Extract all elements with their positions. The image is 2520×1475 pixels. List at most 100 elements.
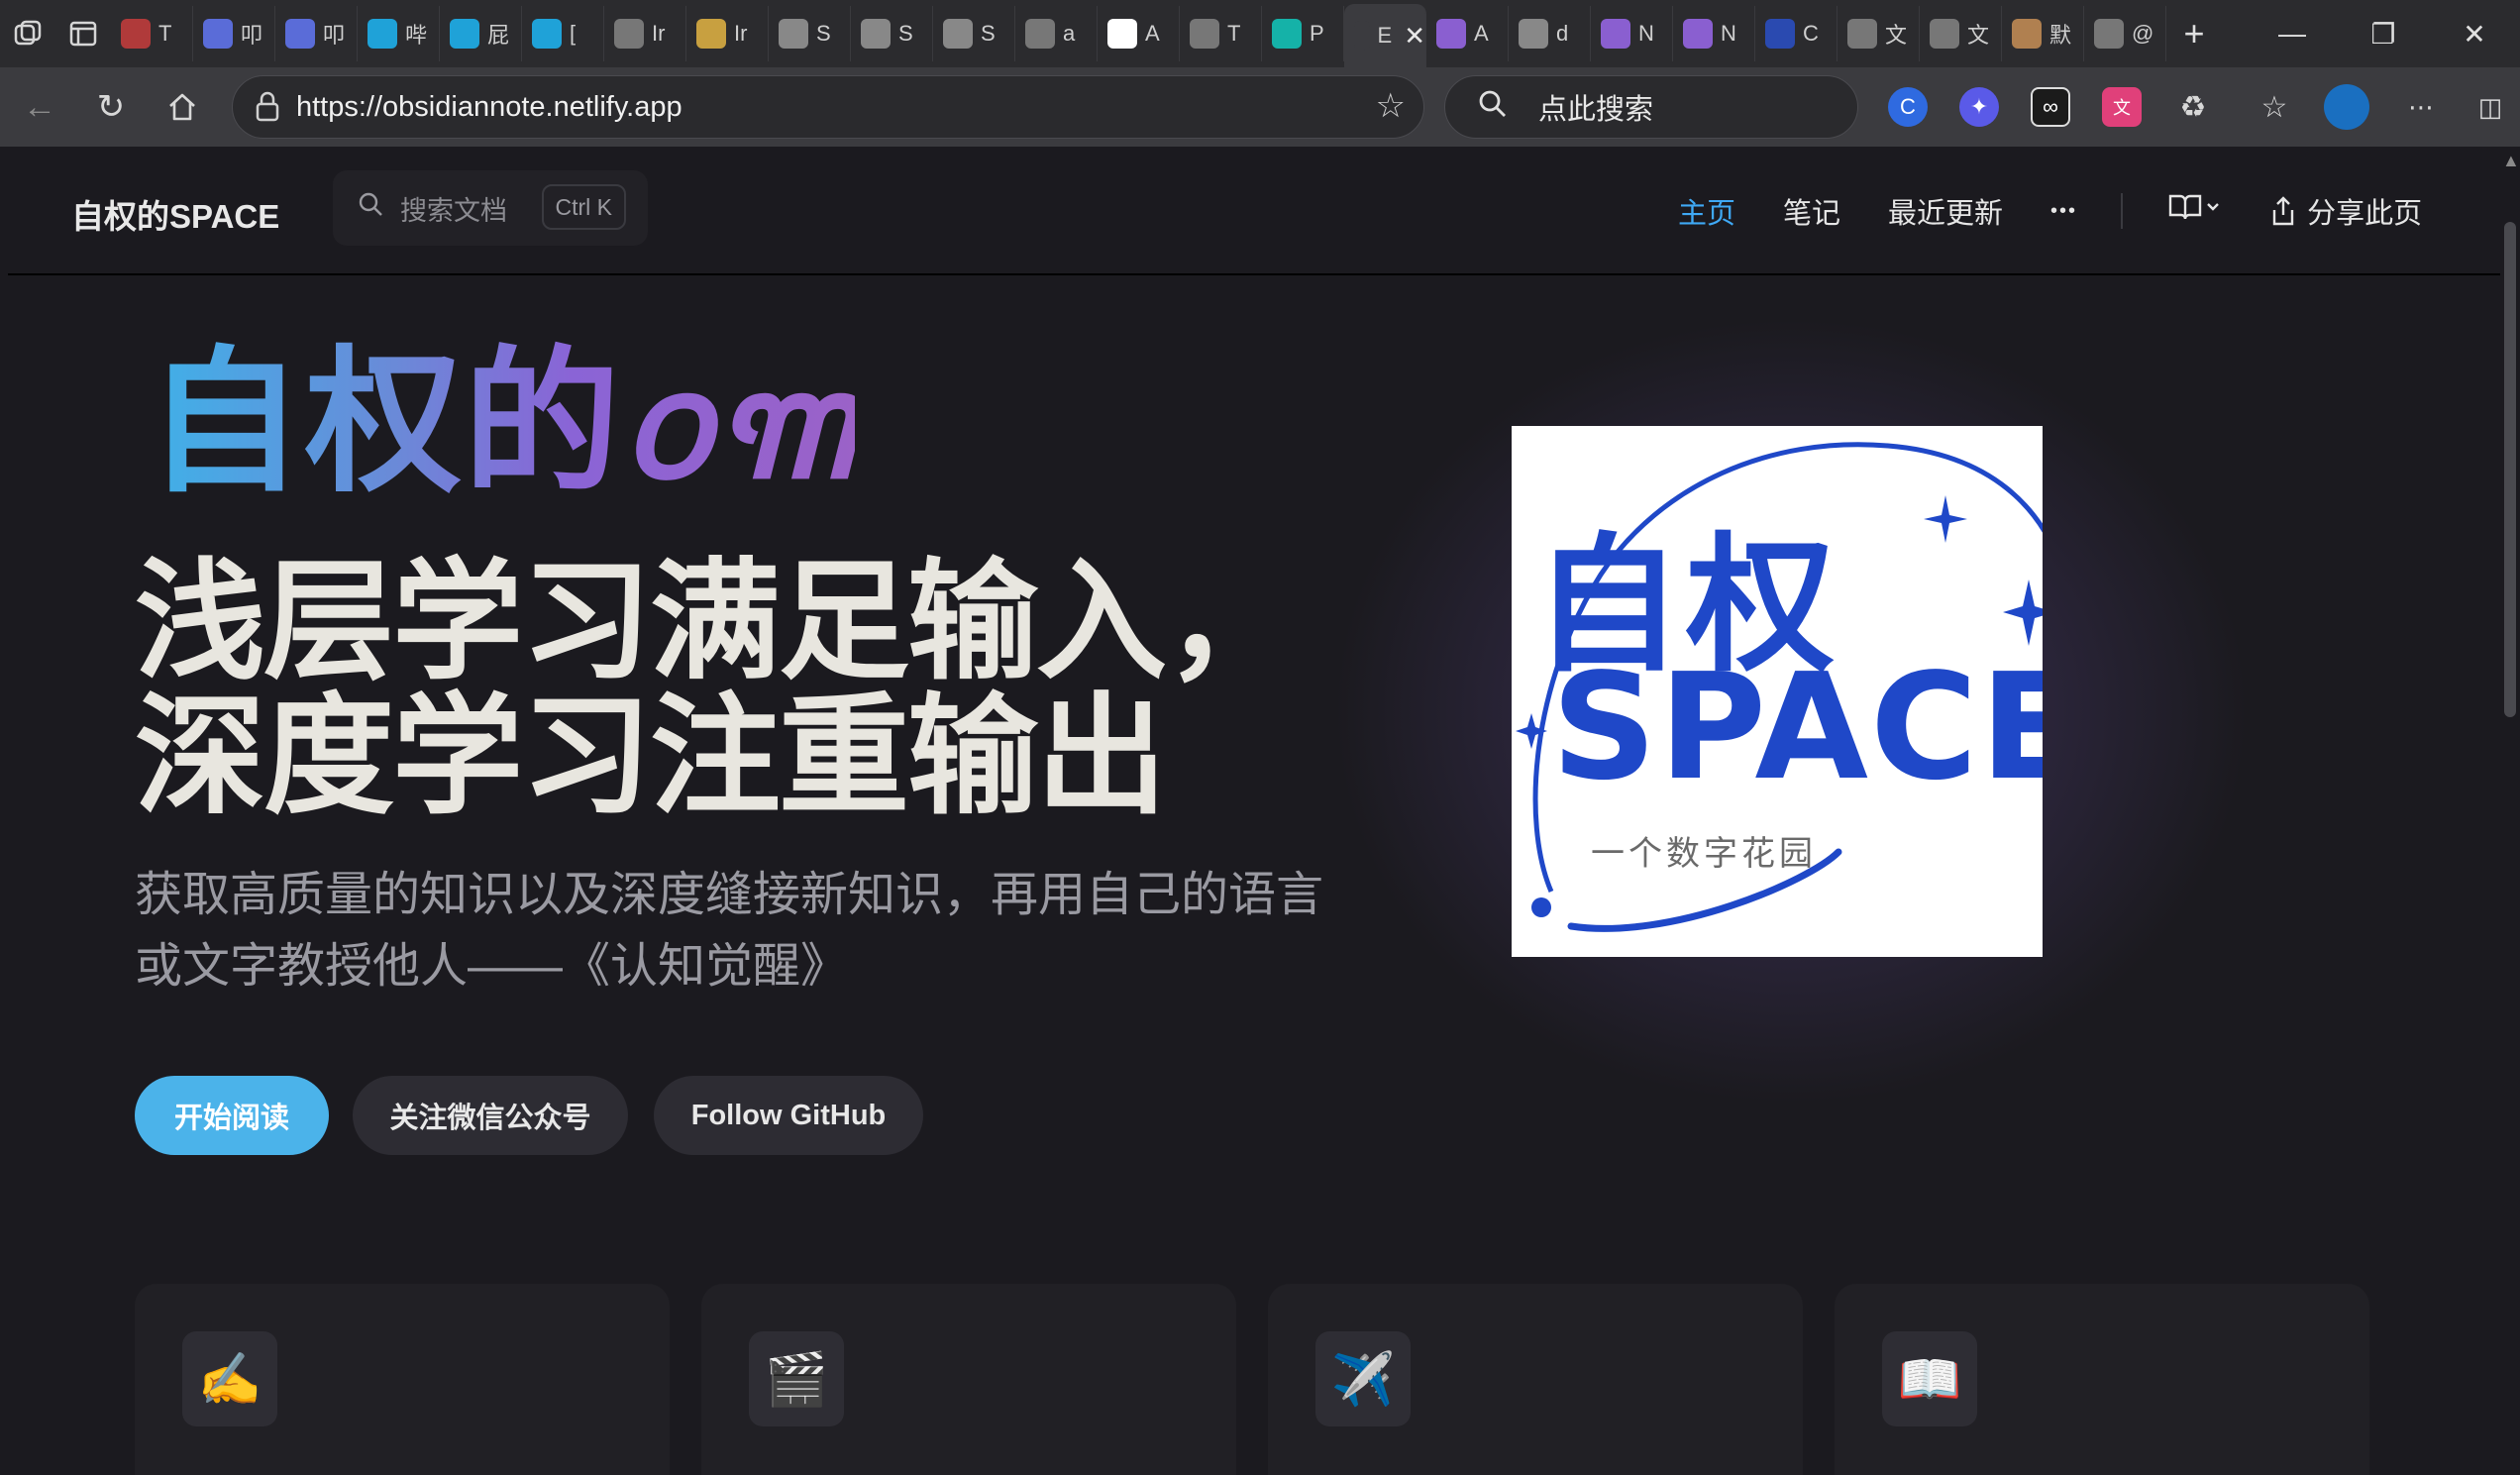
nav-recent-updates[interactable]: 最近更新 bbox=[1864, 190, 2027, 232]
tab-title: A bbox=[1474, 21, 1489, 46]
browser-tab[interactable]: 文 bbox=[1920, 6, 2002, 61]
tab-favicon-icon bbox=[1601, 19, 1630, 49]
tab-favicon-icon bbox=[2094, 19, 2124, 49]
sidebar-toggle-icon[interactable]: ◫ bbox=[2470, 87, 2510, 127]
favorites-list-icon[interactable]: ☆ bbox=[2255, 87, 2294, 127]
profile-avatar[interactable] bbox=[2324, 84, 2369, 130]
home-button[interactable] bbox=[147, 71, 218, 143]
browser-tab[interactable]: A bbox=[1426, 6, 1509, 61]
browser-tab[interactable]: T bbox=[111, 6, 193, 61]
airplane-icon: ✈️ bbox=[1315, 1331, 1411, 1426]
browser-tab[interactable]: N bbox=[1673, 6, 1755, 61]
tab-title: E bbox=[1377, 23, 1393, 48]
tab-title: 哔 bbox=[405, 23, 428, 48]
tab-favicon-icon bbox=[1683, 19, 1713, 49]
tab-title: 文 bbox=[1885, 23, 1908, 48]
favorite-star-icon[interactable]: ☆ bbox=[1376, 86, 1406, 126]
more-menu-icon[interactable]: ⋯ bbox=[2401, 87, 2441, 127]
browser-tab[interactable]: S bbox=[851, 6, 933, 61]
browser-tab[interactable]: [ bbox=[522, 6, 604, 61]
new-tab-button[interactable]: + bbox=[2166, 6, 2222, 61]
browser-tab[interactable]: Ir bbox=[686, 6, 769, 61]
feature-card-3[interactable]: ✈️ bbox=[1268, 1284, 1803, 1475]
nav-notes[interactable]: 笔记 bbox=[1759, 190, 1864, 232]
browser-tab[interactable]: 叩 bbox=[275, 6, 358, 61]
browser-tab[interactable]: 屁 bbox=[440, 6, 522, 61]
url-text: https://obsidiannote.netlify.app bbox=[296, 90, 682, 123]
browser-tab[interactable]: S bbox=[933, 6, 1015, 61]
share-page-label: 分享此页 bbox=[2307, 198, 2423, 230]
browser-tab[interactable]: d bbox=[1509, 6, 1591, 61]
share-page-button[interactable]: 分享此页 bbox=[2246, 190, 2446, 232]
copilot-extension-icon[interactable]: C bbox=[1888, 87, 1928, 127]
follow-wechat-button[interactable]: 关注微信公众号 bbox=[353, 1076, 628, 1155]
workspaces-icon[interactable] bbox=[0, 6, 55, 61]
tab-title: 屁 bbox=[487, 23, 510, 48]
tab-favicon-icon bbox=[1765, 19, 1795, 49]
browser-tab[interactable]: 叩 bbox=[193, 6, 275, 61]
site-title[interactable]: 自权的SPACE bbox=[71, 190, 279, 238]
tab-title: 默 bbox=[2049, 23, 2072, 48]
browser-tab[interactable]: 文 bbox=[1838, 6, 1920, 61]
address-input[interactable]: https://obsidiannote.netlify.app ☆ bbox=[232, 75, 1424, 139]
doc-search-button[interactable]: 搜索文档 Ctrl K bbox=[333, 170, 648, 246]
browser-tab[interactable]: S bbox=[769, 6, 851, 61]
browser-tab[interactable]: Ir bbox=[604, 6, 686, 61]
restore-button[interactable]: ❐ bbox=[2338, 0, 2429, 67]
translate-extension-icon[interactable]: 文 bbox=[2102, 87, 2142, 127]
clapper-board-icon: 🎬 bbox=[749, 1331, 844, 1426]
book-dropdown-button[interactable] bbox=[2143, 191, 2246, 231]
start-reading-button[interactable]: 开始阅读 bbox=[135, 1076, 329, 1155]
tab-favicon-icon bbox=[1272, 19, 1302, 49]
share-icon bbox=[2272, 196, 2294, 226]
browser-tab[interactable]: N bbox=[1591, 6, 1673, 61]
browser-tab[interactable]: 默 bbox=[2002, 6, 2084, 61]
browser-tab[interactable]: P bbox=[1262, 6, 1344, 61]
browser-search-input[interactable]: 点此搜索 bbox=[1444, 75, 1858, 139]
shield-extension-icon[interactable]: ✦ bbox=[1959, 87, 1999, 127]
scrollbar-thumb[interactable] bbox=[2504, 222, 2516, 717]
back-button[interactable]: ← bbox=[4, 71, 75, 143]
tab-favicon-icon bbox=[779, 19, 808, 49]
browser-tab[interactable]: @ bbox=[2084, 6, 2166, 61]
tab-list: T 叩叩哔屁[Ir Ir S S Sa A T P E ✕ Ad N N C 文文默 @ bbox=[111, 0, 2166, 67]
writing-hand-icon: ✍️ bbox=[182, 1331, 277, 1426]
feature-card-1[interactable]: ✍️ bbox=[135, 1284, 670, 1475]
extensions-puzzle-icon[interactable]: ♻ bbox=[2173, 87, 2213, 127]
tab-actions-icon[interactable] bbox=[55, 6, 111, 61]
reload-button[interactable]: ↻ bbox=[75, 71, 147, 143]
browser-tab[interactable]: C bbox=[1755, 6, 1838, 61]
hero-title-line2: 深度学习注重输出 bbox=[135, 684, 1167, 829]
close-window-button[interactable]: ✕ bbox=[2429, 0, 2520, 67]
tab-favicon-icon bbox=[1354, 21, 1370, 51]
page-scrollbar[interactable]: ▲ bbox=[2500, 147, 2520, 1475]
window-controls: — ❐ ✕ bbox=[2247, 0, 2520, 67]
lock-icon[interactable] bbox=[253, 90, 284, 122]
tab-title: S bbox=[898, 21, 913, 46]
follow-github-button[interactable]: Follow GitHub bbox=[654, 1076, 923, 1155]
hero-brand-cn: 自权的 bbox=[147, 336, 622, 510]
browser-tab[interactable]: 哔 bbox=[358, 6, 440, 61]
browser-tab[interactable]: T bbox=[1180, 6, 1262, 61]
nav-more-button[interactable]: ••• bbox=[2027, 200, 2101, 223]
site-header: 自权的SPACE 搜索文档 Ctrl K 主页 笔记 最近更新 ••• 分享此页 bbox=[8, 147, 2500, 275]
tab-favicon-icon bbox=[1107, 19, 1137, 49]
browser-tab-active[interactable]: E ✕ bbox=[1344, 4, 1426, 67]
feature-card-4[interactable]: 📖 bbox=[1835, 1284, 2369, 1475]
tab-favicon-icon bbox=[943, 19, 973, 49]
tab-title: Ir bbox=[734, 21, 748, 46]
tab-title: Ir bbox=[652, 21, 666, 46]
browser-tab[interactable]: A bbox=[1098, 6, 1180, 61]
tab-close-icon[interactable]: ✕ bbox=[1404, 21, 1425, 52]
doc-search-placeholder: 搜索文档 bbox=[400, 195, 507, 226]
tab-favicon-icon bbox=[861, 19, 891, 49]
browser-tab[interactable]: a bbox=[1015, 6, 1098, 61]
minimize-button[interactable]: — bbox=[2247, 0, 2338, 67]
nav-home[interactable]: 主页 bbox=[1654, 190, 1759, 232]
search-shortcut-badge: Ctrl K bbox=[541, 184, 626, 230]
feature-card-2[interactable]: 🎬 bbox=[701, 1284, 1236, 1475]
scroll-up-icon[interactable]: ▲ bbox=[2502, 151, 2520, 171]
tab-title: [ bbox=[570, 21, 577, 46]
glasses-extension-icon[interactable]: ∞ bbox=[2031, 87, 2070, 127]
tab-title: N bbox=[1721, 21, 1736, 46]
